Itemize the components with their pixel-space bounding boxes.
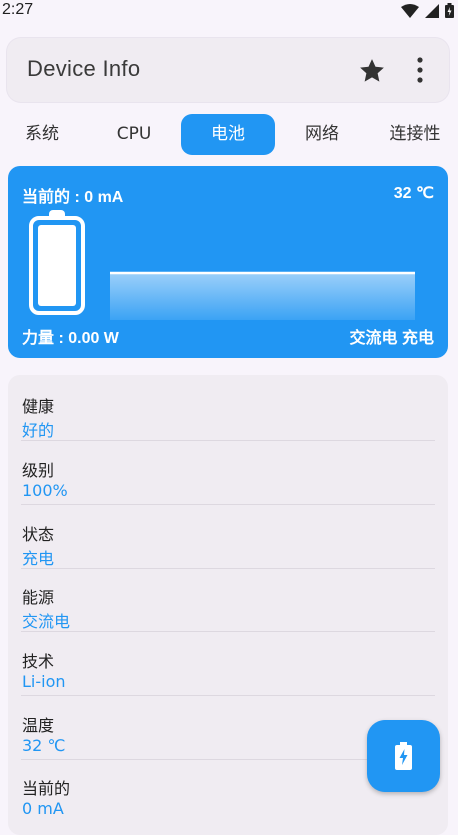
- signal-icon: [425, 3, 439, 18]
- status-time: 2:27: [2, 1, 34, 18]
- battery-charging-icon: [395, 742, 412, 770]
- info-value: 32 ℃: [22, 736, 66, 755]
- info-row-level: 级别 100%: [21, 441, 435, 505]
- power-source-status: 交流电 充电: [349, 330, 434, 347]
- tab-battery[interactable]: 电池: [181, 114, 275, 155]
- info-label: 状态: [22, 525, 55, 544]
- info-label: 健康: [22, 397, 55, 416]
- info-label: 温度: [22, 716, 55, 735]
- tab-cpu[interactable]: CPU: [104, 114, 164, 155]
- current-graph: [110, 271, 415, 320]
- info-row-technology: 技术 Li-ion: [21, 632, 435, 696]
- app-bar: Device Info: [7, 38, 449, 102]
- info-label: 当前的: [22, 779, 71, 798]
- tab-network[interactable]: 网络: [292, 114, 352, 155]
- temperature-readout: 32 ℃: [393, 185, 434, 202]
- info-value: 100%: [22, 481, 68, 500]
- info-value: 交流电: [22, 612, 71, 631]
- info-row-health: 健康 好的: [21, 377, 435, 441]
- info-value: 0 mA: [22, 799, 64, 818]
- status-bar: 2:27: [0, 0, 458, 22]
- battery-status-icon: [445, 3, 454, 18]
- current-readout: 当前的 : 0 mA: [22, 189, 124, 206]
- info-label: 能源: [22, 588, 55, 607]
- info-value: 充电: [22, 549, 55, 568]
- tab-bar: 系统 CPU 电池 网络 连接性: [0, 114, 458, 156]
- battery-summary-card: 当前的 : 0 mA 32 ℃ 力量 : 0.00 W 交流电 充电: [8, 166, 448, 358]
- info-value: 好的: [22, 421, 55, 440]
- more-vert-icon[interactable]: [413, 54, 427, 90]
- star-icon[interactable]: [357, 56, 387, 90]
- tab-connectivity[interactable]: 连接性: [380, 114, 450, 155]
- status-icons: [401, 3, 454, 18]
- info-row-status: 状态 充电: [21, 505, 435, 569]
- battery-fab-button[interactable]: [367, 720, 440, 792]
- info-label: 级别: [22, 461, 55, 480]
- power-readout: 力量 : 0.00 W: [22, 330, 119, 347]
- info-value: Li-ion: [22, 672, 66, 691]
- info-row-power-source: 能源 交流电: [21, 568, 435, 632]
- wifi-icon: [401, 3, 419, 18]
- app-title: Device Info: [27, 56, 141, 81]
- tab-system[interactable]: 系统: [12, 114, 72, 155]
- battery-level-icon: [29, 210, 85, 315]
- info-label: 技术: [22, 652, 55, 671]
